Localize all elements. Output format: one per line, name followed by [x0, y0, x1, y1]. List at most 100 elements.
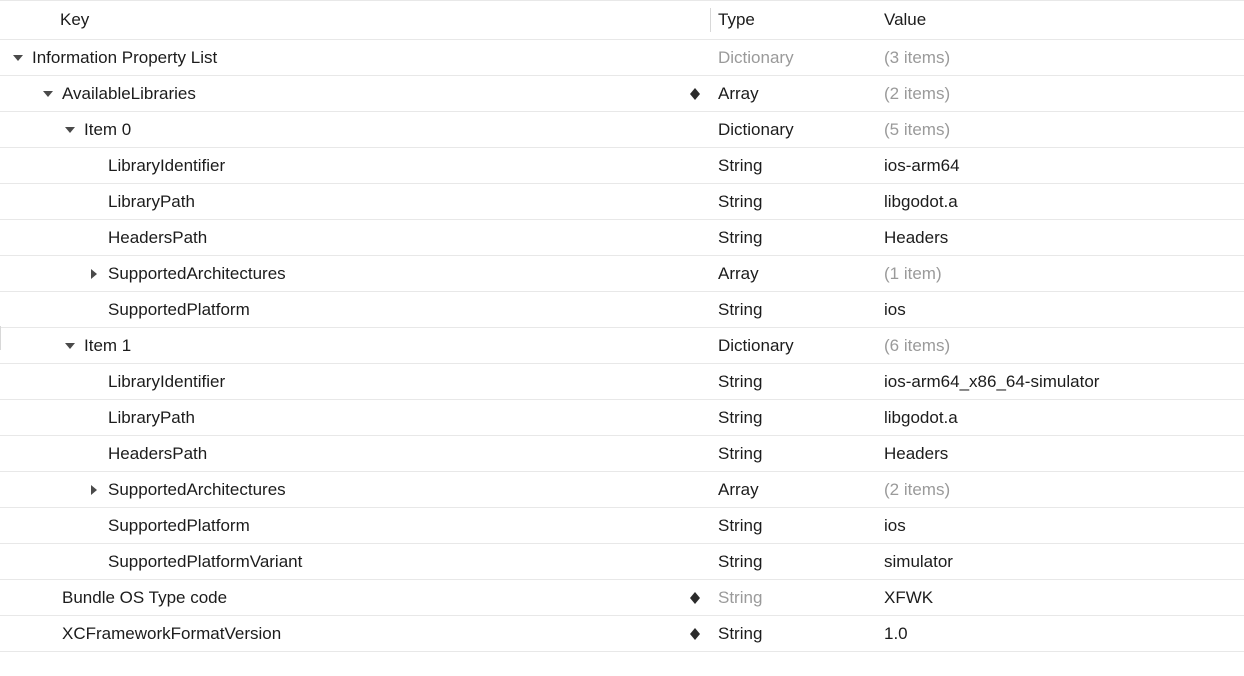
- disclosure-spacer: [86, 158, 102, 174]
- key-cell[interactable]: Information Property List: [0, 48, 710, 68]
- value-cell[interactable]: (5 items): [876, 120, 1244, 140]
- key-cell[interactable]: LibraryIdentifier: [0, 156, 710, 176]
- key-label: SupportedArchitectures: [108, 480, 286, 500]
- key-cell[interactable]: Item 1: [0, 336, 710, 356]
- key-cell[interactable]: Bundle OS Type code: [0, 588, 710, 608]
- value-cell[interactable]: (3 items): [876, 48, 1244, 68]
- type-cell[interactable]: Dictionary: [710, 48, 876, 68]
- disclosure-spacer: [86, 302, 102, 318]
- type-cell[interactable]: String: [710, 516, 876, 536]
- plist-row[interactable]: SupportedArchitecturesArray(1 item): [0, 256, 1244, 292]
- plist-row[interactable]: HeadersPathStringHeaders: [0, 220, 1244, 256]
- type-cell[interactable]: Array: [710, 84, 876, 104]
- key-type-stepper[interactable]: [688, 83, 702, 105]
- value-cell[interactable]: simulator: [876, 552, 1244, 572]
- key-cell[interactable]: SupportedPlatformVariant: [0, 552, 710, 572]
- key-label: Information Property List: [32, 48, 217, 68]
- type-cell[interactable]: String: [710, 156, 876, 176]
- plist-row[interactable]: Item 0Dictionary (5 items): [0, 112, 1244, 148]
- key-cell[interactable]: SupportedPlatform: [0, 516, 710, 536]
- key-cell[interactable]: SupportedPlatform: [0, 300, 710, 320]
- type-cell[interactable]: String: [710, 552, 876, 572]
- plist-editor: Key Type Value Information Property List…: [0, 0, 1244, 652]
- value-label: simulator: [884, 552, 953, 571]
- column-header-value[interactable]: Value: [876, 10, 1244, 30]
- plist-row[interactable]: SupportedPlatformStringios: [0, 508, 1244, 544]
- chevron-down-icon[interactable]: [62, 122, 78, 138]
- type-cell[interactable]: String: [710, 408, 876, 428]
- column-header-type[interactable]: Type: [710, 10, 876, 30]
- value-label: Headers: [884, 444, 948, 463]
- type-cell[interactable]: String: [710, 192, 876, 212]
- disclosure-spacer: [86, 554, 102, 570]
- value-cell[interactable]: 1.0: [876, 624, 1244, 644]
- plist-row[interactable]: Bundle OS Type codeStringXFWK: [0, 580, 1244, 616]
- key-cell[interactable]: HeadersPath: [0, 228, 710, 248]
- key-type-stepper[interactable]: [688, 587, 702, 609]
- value-cell[interactable]: XFWK: [876, 588, 1244, 608]
- disclosure-spacer: [40, 626, 56, 642]
- key-cell[interactable]: SupportedArchitectures: [0, 480, 710, 500]
- disclosure-spacer: [86, 446, 102, 462]
- plist-row[interactable]: HeadersPathString Headers: [0, 436, 1244, 472]
- value-label: (5 items): [884, 120, 950, 139]
- type-cell[interactable]: Array: [710, 264, 876, 284]
- chevron-down-icon[interactable]: [10, 50, 26, 66]
- key-cell[interactable]: LibraryIdentifier: [0, 372, 710, 392]
- plist-row[interactable]: LibraryIdentifier String ios-arm64_x86_64-…: [0, 364, 1244, 400]
- value-cell[interactable]: Headers: [876, 228, 1244, 248]
- chevron-down-icon[interactable]: [40, 86, 56, 102]
- disclosure-spacer: [86, 410, 102, 426]
- key-type-stepper[interactable]: [688, 623, 702, 645]
- type-cell[interactable]: String: [710, 588, 876, 608]
- type-cell[interactable]: Dictionary: [710, 336, 876, 356]
- key-cell[interactable]: Item 0: [0, 120, 710, 140]
- type-cell[interactable]: String: [710, 444, 876, 464]
- plist-row[interactable]: XCFrameworkFormatVersion String 1.0: [0, 616, 1244, 652]
- value-cell[interactable]: ios: [876, 300, 1244, 320]
- plist-row[interactable]: Information Property List Dictionary(3 it…: [0, 40, 1244, 76]
- plist-row[interactable]: SupportedArchitectures Array(2 items): [0, 472, 1244, 508]
- key-cell[interactable]: XCFrameworkFormatVersion: [0, 624, 710, 644]
- key-cell[interactable]: SupportedArchitectures: [0, 264, 710, 284]
- plist-rows: Information Property ListDictionary(3 it…: [0, 40, 1244, 652]
- value-cell[interactable]: (2 items): [876, 480, 1244, 500]
- type-cell[interactable]: String: [710, 300, 876, 320]
- key-cell[interactable]: AvailableLibraries: [0, 84, 710, 104]
- key-cell[interactable]: LibraryPath: [0, 192, 710, 212]
- plist-row[interactable]: LibraryIdentifier String ios-arm64: [0, 148, 1244, 184]
- plist-row[interactable]: SupportedPlatformVariantString simulator: [0, 544, 1244, 580]
- chevron-right-icon[interactable]: [86, 266, 102, 282]
- type-cell[interactable]: Dictionary: [710, 120, 876, 140]
- type-cell[interactable]: String: [710, 228, 876, 248]
- key-cell[interactable]: LibraryPath: [0, 408, 710, 428]
- plist-row[interactable]: LibraryPathStringlibgodot.a: [0, 184, 1244, 220]
- value-cell[interactable]: ios-arm64: [876, 156, 1244, 176]
- key-cell[interactable]: HeadersPath: [0, 444, 710, 464]
- value-cell[interactable]: (6 items): [876, 336, 1244, 356]
- chevron-down-icon[interactable]: [62, 338, 78, 354]
- value-cell[interactable]: libgodot.a: [876, 408, 1244, 428]
- plist-row[interactable]: SupportedPlatformStringios: [0, 292, 1244, 328]
- type-label: String: [718, 372, 762, 391]
- type-cell[interactable]: String: [710, 624, 876, 644]
- type-cell[interactable]: Array: [710, 480, 876, 500]
- value-cell[interactable]: (1 item): [876, 264, 1244, 284]
- header-value-label: Value: [884, 10, 926, 29]
- chevron-right-icon[interactable]: [86, 482, 102, 498]
- type-cell[interactable]: String: [710, 372, 876, 392]
- value-cell[interactable]: Headers: [876, 444, 1244, 464]
- value-cell[interactable]: (2 items): [876, 84, 1244, 104]
- disclosure-spacer: [40, 590, 56, 606]
- column-header-key[interactable]: Key: [0, 10, 710, 30]
- key-label: LibraryPath: [108, 408, 195, 428]
- type-label: String: [718, 156, 762, 175]
- plist-row[interactable]: AvailableLibrariesArray(2 items): [0, 76, 1244, 112]
- value-cell[interactable]: ios-arm64_x86_64-simulator: [876, 372, 1244, 392]
- value-cell[interactable]: libgodot.a: [876, 192, 1244, 212]
- plist-row[interactable]: Item 1Dictionary(6 items): [0, 328, 1244, 364]
- disclosure-spacer: [86, 518, 102, 534]
- plist-row[interactable]: LibraryPath Stringlibgodot.a: [0, 400, 1244, 436]
- type-label: String: [718, 624, 762, 643]
- value-cell[interactable]: ios: [876, 516, 1244, 536]
